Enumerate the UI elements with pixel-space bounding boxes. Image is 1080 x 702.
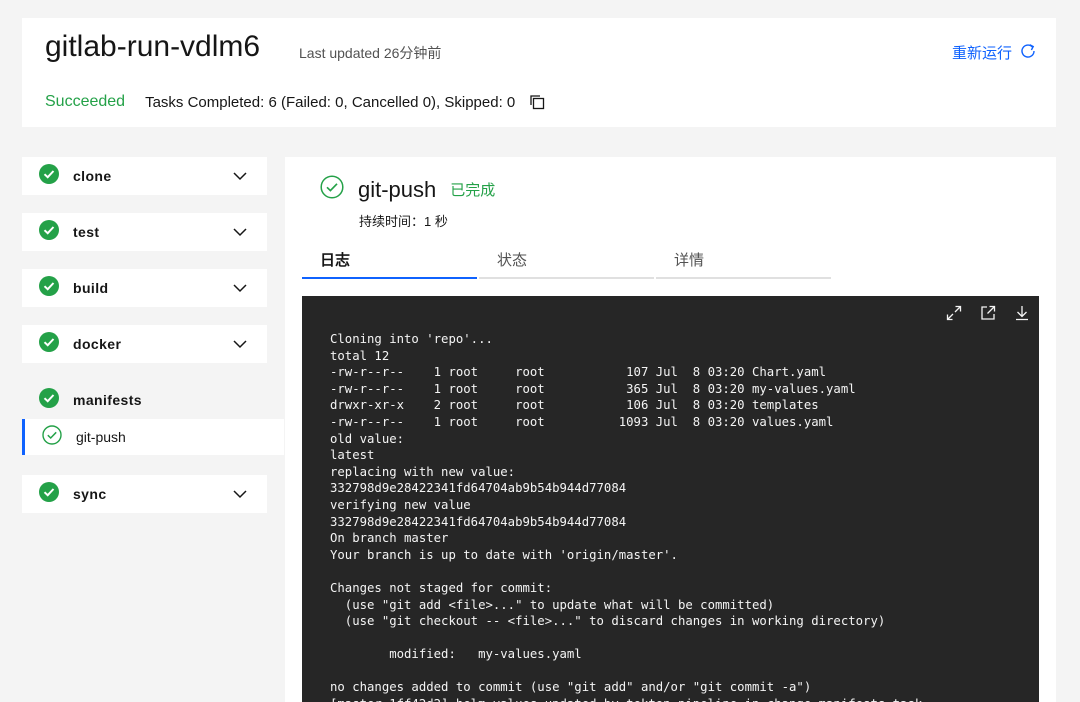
tab-details[interactable]: 详情 [656, 241, 831, 279]
task-sync[interactable]: sync [22, 475, 267, 513]
log-line: [master 1ff42d2] helm values updated by … [330, 696, 922, 702]
log-line: verifying new value [330, 497, 471, 512]
status-badge: Succeeded [45, 93, 126, 110]
log-line: old value: [330, 431, 405, 446]
step-label: git-push [76, 429, 126, 445]
external-link-icon[interactable] [979, 304, 997, 322]
task-test[interactable]: test [22, 213, 267, 251]
log-line: (use "git checkout -- <file>..." to disc… [330, 614, 886, 629]
task-label: build [73, 280, 109, 296]
chevron-down-icon[interactable] [233, 169, 247, 188]
step-detail-panel: git-push 已完成 持续时间：1 秒 日志 状态 详情 Cloning i… [285, 157, 1056, 702]
task-label: clone [73, 168, 112, 184]
tab-status[interactable]: 状态 [479, 241, 654, 279]
detail-tabs: 日志 状态 详情 [302, 241, 833, 279]
copy-icon[interactable] [529, 94, 545, 110]
step-title-row: git-push 已完成 [320, 175, 495, 204]
step-status: 已完成 [450, 182, 496, 199]
task-manifests-header[interactable]: manifests [22, 381, 284, 419]
log-line: Changes not staged for commit: [330, 580, 553, 595]
rerun-label: 重新运行 [951, 45, 1012, 62]
check-circle-outline-icon [320, 175, 344, 204]
page-title: gitlab-run-vdlm6 [45, 30, 261, 63]
log-line: Cloning into 'repo'... [330, 332, 493, 346]
step-name: git-push [358, 176, 437, 202]
restart-icon [1020, 43, 1036, 63]
chevron-down-icon[interactable] [233, 337, 247, 356]
log-line: total 12 [330, 348, 390, 363]
check-circle-icon [39, 163, 59, 189]
log-line: (use "git add <file>..." to update what … [330, 597, 775, 612]
log-line: replacing with new value: [330, 464, 516, 479]
check-circle-icon [39, 481, 59, 507]
download-icon[interactable] [1013, 304, 1031, 322]
check-circle-icon [39, 219, 59, 245]
maximize-icon[interactable] [945, 304, 963, 322]
log-output: Cloning into 'repo'... total 12 -rw-r--r--… [330, 331, 922, 702]
log-line: modified: my-values.yaml [330, 647, 582, 662]
chevron-down-icon[interactable] [233, 487, 247, 506]
task-build[interactable]: build [22, 269, 267, 307]
task-label: test [73, 224, 100, 240]
log-line: 332798d9e28422341fd64704ab9b54b944d77084 [330, 514, 627, 529]
log-line: -rw-r--r-- 1 root root 107 Jul 8 03:20 C… [330, 365, 827, 380]
run-header: gitlab-run-vdlm6 Last updated 26分钟前 重新运行… [22, 18, 1056, 127]
log-line: On branch master [330, 531, 449, 546]
log-line: latest [330, 448, 375, 463]
log-line: 332798d9e28422341fd64704ab9b54b944d77084 [330, 481, 627, 496]
chevron-down-icon[interactable] [233, 281, 247, 300]
task-clone[interactable]: clone [22, 157, 267, 195]
log-line: no changes added to commit (use "git add… [330, 680, 812, 695]
check-circle-icon [39, 331, 59, 357]
task-docker[interactable]: docker [22, 325, 267, 363]
last-updated: Last updated 26分钟前 [299, 45, 442, 61]
log-line: -rw-r--r-- 1 root root 1093 Jul 8 03:20 … [330, 414, 834, 429]
check-circle-outline-icon [42, 424, 62, 450]
log-viewer[interactable]: Cloning into 'repo'... total 12 -rw-r--r--… [302, 296, 1039, 702]
check-circle-icon [39, 275, 59, 301]
step-duration: 持续时间：1 秒 [359, 214, 448, 229]
task-label: manifests [73, 392, 142, 408]
chevron-down-icon[interactable] [233, 225, 247, 244]
tab-logs[interactable]: 日志 [302, 241, 477, 279]
task-manifests: manifests git-push [22, 381, 284, 455]
rerun-button[interactable]: 重新运行 [952, 42, 1036, 63]
tasks-summary: Tasks Completed: 6 (Failed: 0, Cancelled… [145, 93, 516, 111]
log-toolbar [945, 304, 1031, 322]
log-line: -rw-r--r-- 1 root root 365 Jul 8 03:20 m… [330, 381, 856, 396]
log-line: Your branch is up to date with 'origin/m… [330, 547, 678, 562]
step-git-push[interactable]: git-push [22, 419, 284, 455]
task-label: sync [73, 486, 107, 502]
task-label: docker [73, 336, 122, 352]
check-circle-icon [39, 387, 59, 413]
status-row: Succeeded Tasks Completed: 6 (Failed: 0,… [45, 93, 545, 111]
log-line: drwxr-xr-x 2 root root 106 Jul 8 03:20 t… [330, 398, 819, 413]
